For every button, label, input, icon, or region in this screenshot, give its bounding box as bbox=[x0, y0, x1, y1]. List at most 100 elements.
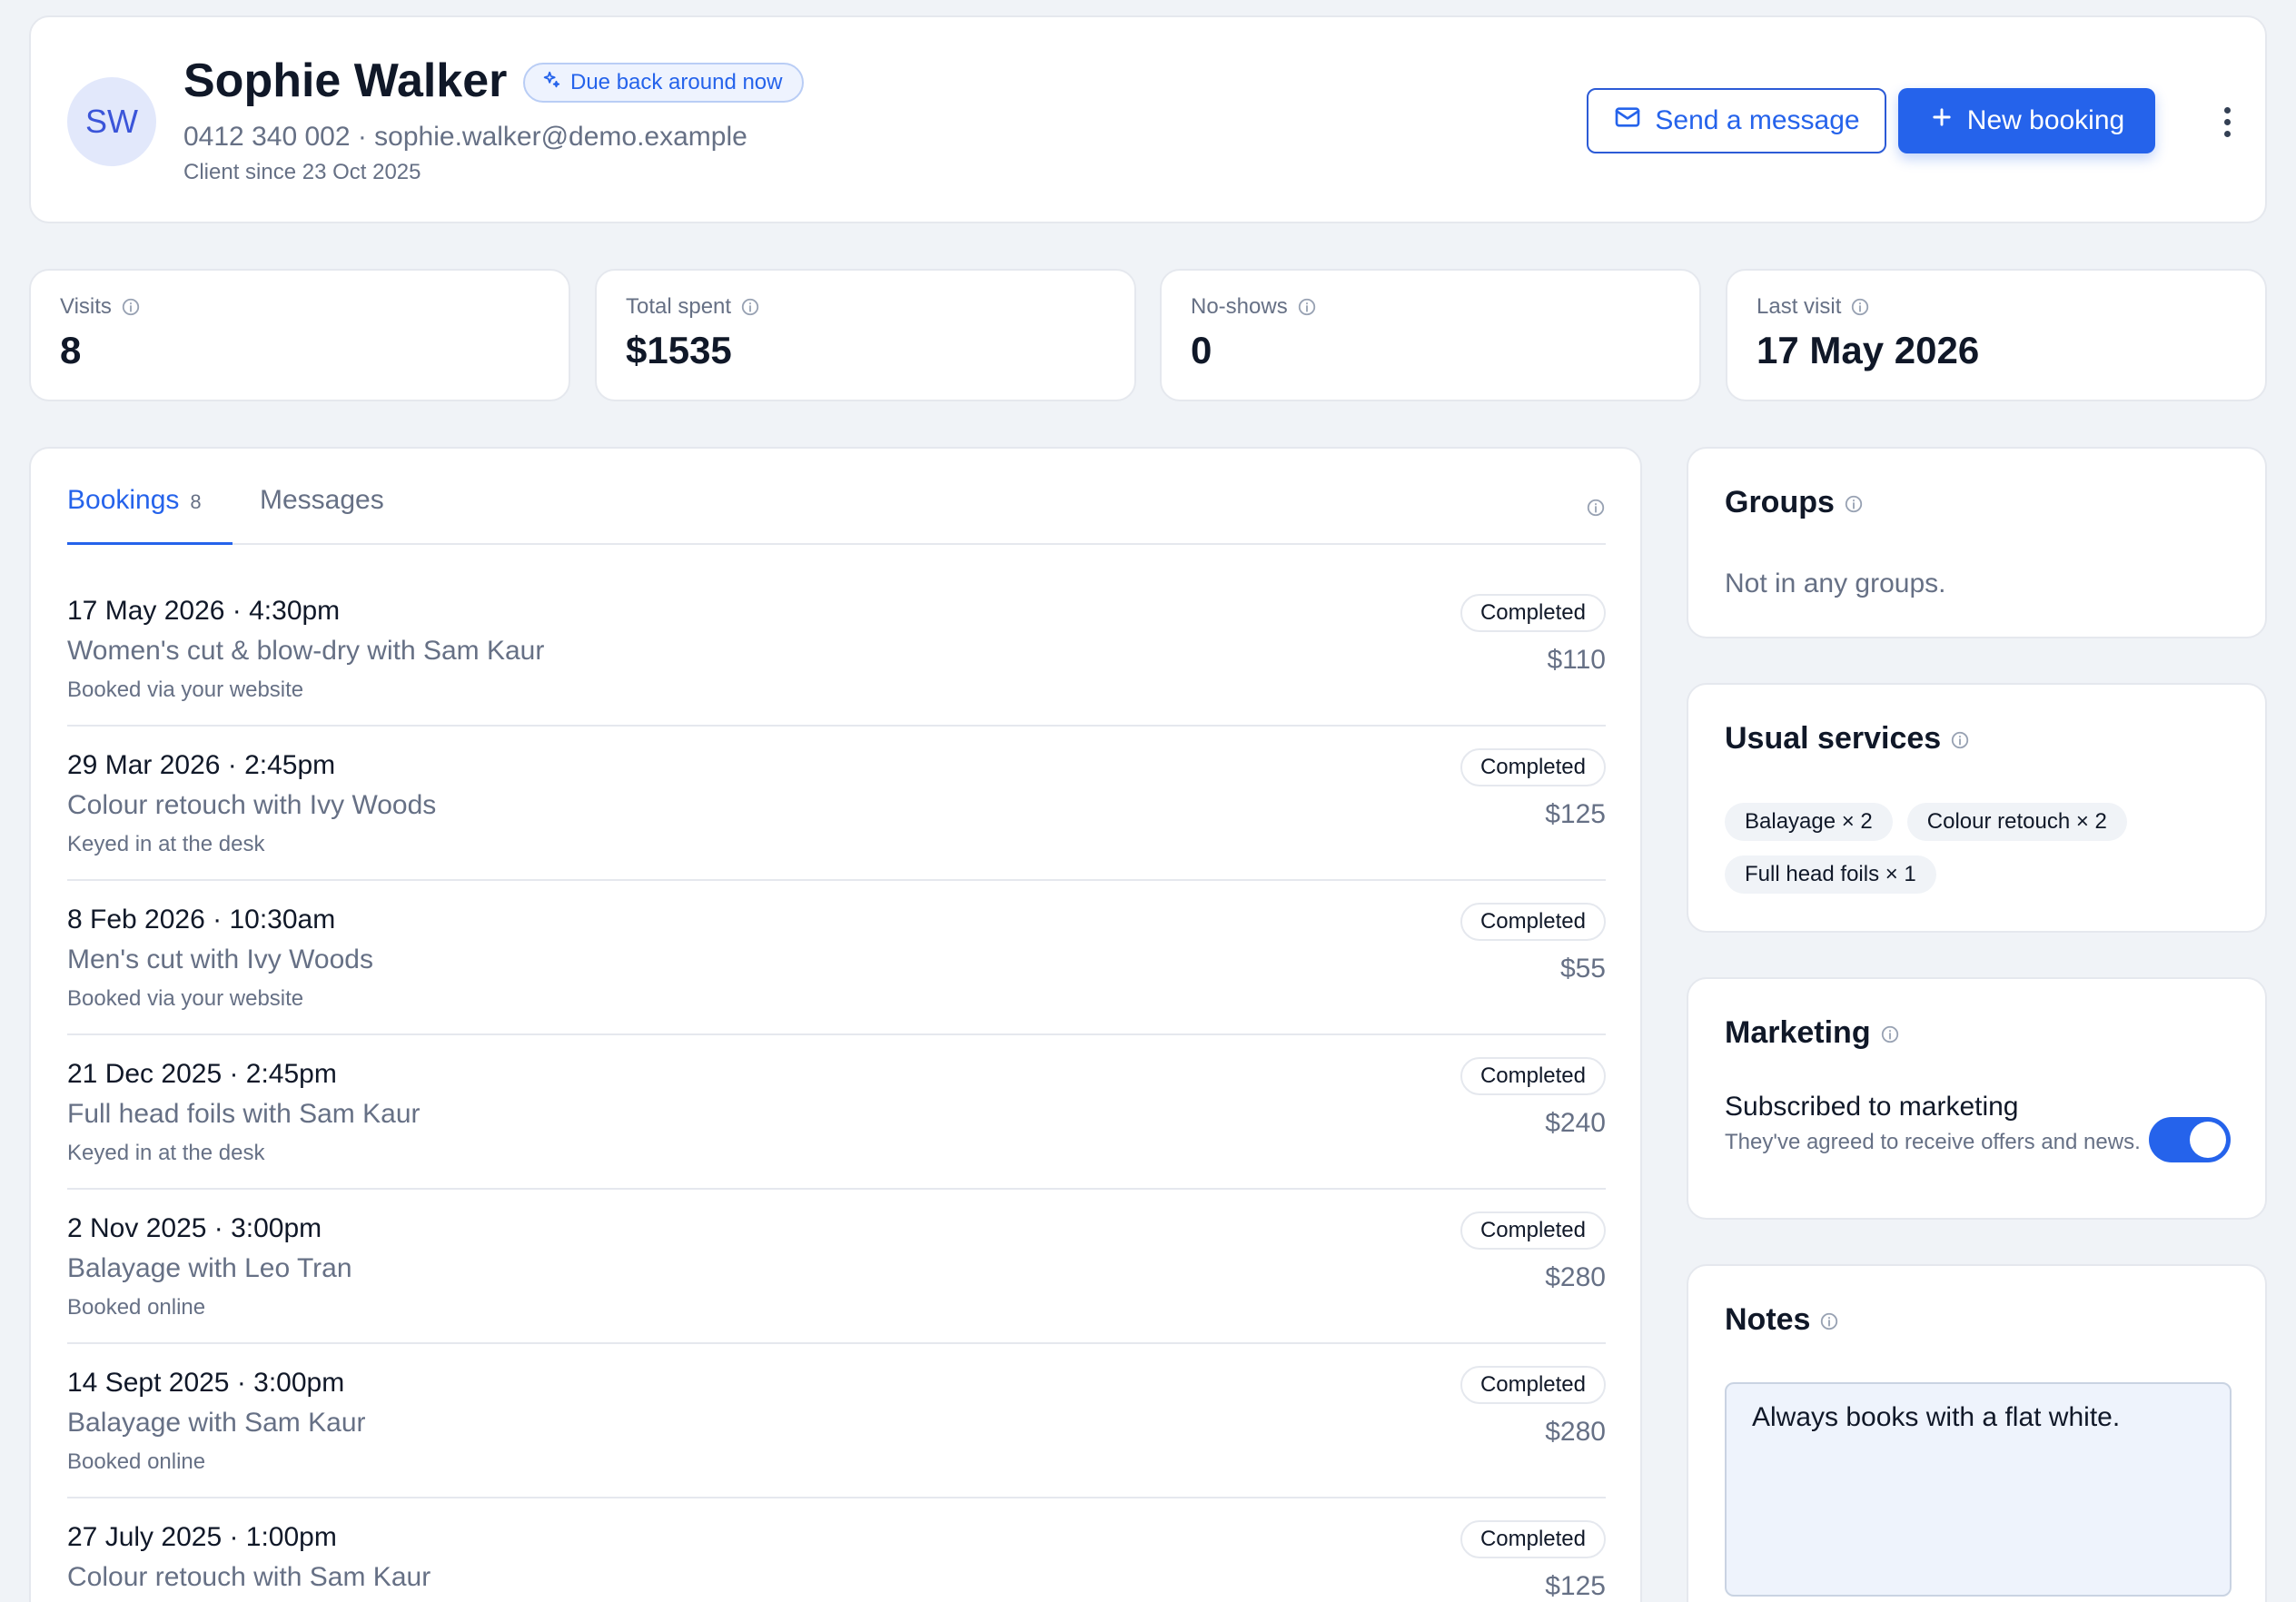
status-badge: Completed bbox=[1460, 748, 1606, 786]
more-options-icon[interactable] bbox=[2211, 99, 2243, 144]
stat-label: No-shows bbox=[1191, 294, 1288, 319]
stat-no-shows: No-shows 0 bbox=[1160, 269, 1701, 401]
stat-label: Total spent bbox=[626, 294, 732, 319]
status-badge: Completed bbox=[1460, 1211, 1606, 1250]
booking-datetime: 2 Nov 2025 · 3:00pm bbox=[67, 1213, 322, 1243]
usual-services-title: Usual services bbox=[1725, 721, 1942, 756]
notes-textarea[interactable]: Always books with a flat white. bbox=[1725, 1382, 2232, 1597]
booking-row[interactable]: 17 May 2026 · 4:30pm Women's cut & blow-… bbox=[67, 572, 1606, 727]
status-badge: Completed bbox=[1460, 1366, 1606, 1404]
booking-service: Women's cut & blow-dry with Sam Kaur bbox=[67, 636, 545, 666]
info-icon[interactable] bbox=[121, 297, 141, 317]
booking-price: $125 bbox=[1545, 799, 1606, 829]
booking-service: Full head foils with Sam Kaur bbox=[67, 1099, 421, 1129]
booking-service: Colour retouch with Ivy Woods bbox=[67, 790, 437, 820]
booking-source: Booked via your website bbox=[67, 677, 304, 702]
booking-service: Balayage with Leo Tran bbox=[67, 1253, 352, 1283]
stat-value: 0 bbox=[1191, 329, 1212, 371]
send-message-label: Send a message bbox=[1655, 105, 1860, 135]
info-icon[interactable] bbox=[1819, 1310, 1839, 1330]
booking-price: $240 bbox=[1545, 1108, 1606, 1138]
booking-row[interactable]: 29 Mar 2026 · 2:45pm Colour retouch with… bbox=[67, 727, 1606, 881]
booking-row[interactable]: 27 July 2025 · 1:00pm Colour retouch wit… bbox=[67, 1498, 1606, 1602]
sparkle-icon bbox=[541, 70, 561, 96]
booking-source: Keyed in at the desk bbox=[67, 832, 265, 856]
stat-value: 17 May 2026 bbox=[1757, 329, 1980, 371]
booking-datetime: 14 Sept 2025 · 3:00pm bbox=[67, 1368, 345, 1398]
new-booking-label: New booking bbox=[1966, 105, 2125, 135]
bookings-panel: Bookings 8 Messages 17 May 2026 · 4:30pm… bbox=[29, 447, 1642, 1602]
service-chips: Balayage × 2 Colour retouch × 2 Full hea… bbox=[1725, 803, 2233, 894]
booking-price: $280 bbox=[1545, 1417, 1606, 1447]
marketing-subscribed-label: Subscribed to marketing bbox=[1725, 1092, 2019, 1122]
booking-source: Booked online bbox=[67, 1295, 206, 1320]
client-since: Client since 23 Oct 2025 bbox=[183, 160, 421, 184]
marketing-toggle[interactable] bbox=[2149, 1117, 2231, 1162]
client-name: Sophie Walker bbox=[183, 54, 508, 107]
booking-row[interactable]: 14 Sept 2025 · 3:00pm Balayage with Sam … bbox=[67, 1344, 1606, 1498]
info-icon[interactable] bbox=[740, 297, 760, 317]
stat-value: 8 bbox=[60, 329, 82, 371]
due-back-badge: Due back around now bbox=[523, 63, 805, 103]
toggle-knob bbox=[2190, 1122, 2226, 1158]
stat-label: Last visit bbox=[1757, 294, 1842, 319]
booking-service: Men's cut with Ivy Woods bbox=[67, 944, 373, 974]
groups-title: Groups bbox=[1725, 485, 1835, 519]
stat-visits: Visits 8 bbox=[29, 269, 570, 401]
tab-messages-label: Messages bbox=[260, 485, 384, 515]
booking-row[interactable]: 2 Nov 2025 · 3:00pm Balayage with Leo Tr… bbox=[67, 1190, 1606, 1344]
stat-value: $1535 bbox=[626, 329, 732, 371]
groups-panel: Groups Not in any groups. bbox=[1687, 447, 2267, 638]
notes-title: Notes bbox=[1725, 1302, 1811, 1337]
tab-messages[interactable]: Messages bbox=[260, 476, 384, 545]
booking-row[interactable]: 21 Dec 2025 · 2:45pm Full head foils wit… bbox=[67, 1035, 1606, 1190]
status-badge: Completed bbox=[1460, 1057, 1606, 1095]
status-badge: Completed bbox=[1460, 903, 1606, 941]
tab-bookings[interactable]: Bookings 8 bbox=[67, 476, 233, 545]
marketing-title: Marketing bbox=[1725, 1015, 1871, 1050]
notes-panel: Notes Always books with a flat white. bbox=[1687, 1264, 2267, 1602]
due-back-badge-label: Due back around now bbox=[570, 70, 783, 94]
info-icon[interactable] bbox=[1844, 493, 1864, 513]
booking-source: Keyed in at the desk bbox=[67, 1141, 265, 1165]
booking-price: $55 bbox=[1559, 954, 1606, 984]
mail-icon bbox=[1613, 103, 1642, 139]
booking-row[interactable]: 8 Feb 2026 · 10:30am Men's cut with Ivy … bbox=[67, 881, 1606, 1035]
groups-empty-text: Not in any groups. bbox=[1725, 569, 1946, 598]
booking-datetime: 29 Mar 2026 · 2:45pm bbox=[67, 750, 336, 780]
booking-datetime: 8 Feb 2026 · 10:30am bbox=[67, 905, 336, 934]
info-icon[interactable] bbox=[1880, 1024, 1900, 1043]
service-chip: Colour retouch × 2 bbox=[1906, 803, 2127, 841]
booking-price: $280 bbox=[1545, 1262, 1606, 1292]
booking-datetime: 27 July 2025 · 1:00pm bbox=[67, 1522, 337, 1552]
booking-service: Colour retouch with Sam Kaur bbox=[67, 1562, 431, 1592]
avatar: SW bbox=[67, 77, 156, 166]
tab-bookings-label: Bookings bbox=[67, 485, 180, 515]
booking-service: Balayage with Sam Kaur bbox=[67, 1408, 366, 1438]
booking-price: $125 bbox=[1545, 1571, 1606, 1601]
booking-datetime: 21 Dec 2025 · 2:45pm bbox=[67, 1059, 337, 1089]
booking-datetime: 17 May 2026 · 4:30pm bbox=[67, 596, 341, 626]
info-icon[interactable] bbox=[1586, 496, 1606, 517]
booking-list: 17 May 2026 · 4:30pm Women's cut & blow-… bbox=[67, 572, 1606, 1602]
plus-icon bbox=[1929, 104, 1955, 137]
service-chip: Full head foils × 1 bbox=[1725, 855, 1936, 894]
client-header: SW Sophie Walker Due back around now 041… bbox=[29, 15, 2267, 223]
stat-label: Visits bbox=[60, 294, 112, 319]
booking-source: Booked online bbox=[67, 1449, 206, 1474]
info-icon[interactable] bbox=[1297, 297, 1317, 317]
info-icon[interactable] bbox=[1950, 729, 1970, 749]
status-badge: Completed bbox=[1460, 594, 1606, 632]
marketing-panel: Marketing Subscribed to marketing They'v… bbox=[1687, 977, 2267, 1220]
send-message-button[interactable]: Send a message bbox=[1587, 88, 1886, 153]
tab-bookings-count: 8 bbox=[190, 490, 202, 513]
client-contact: 0412 340 002 · sophie.walker@demo.exampl… bbox=[183, 122, 747, 152]
new-booking-button[interactable]: New booking bbox=[1898, 88, 2155, 153]
service-chip: Balayage × 2 bbox=[1725, 803, 1893, 841]
usual-services-panel: Usual services Balayage × 2 Colour retou… bbox=[1687, 683, 2267, 933]
booking-price: $110 bbox=[1547, 645, 1606, 675]
info-icon[interactable] bbox=[1850, 297, 1870, 317]
stat-last-visit: Last visit 17 May 2026 bbox=[1726, 269, 2267, 401]
stat-total-spent: Total spent $1535 bbox=[595, 269, 1136, 401]
client-profile-page: SW Sophie Walker Due back around now 041… bbox=[0, 0, 2296, 1602]
